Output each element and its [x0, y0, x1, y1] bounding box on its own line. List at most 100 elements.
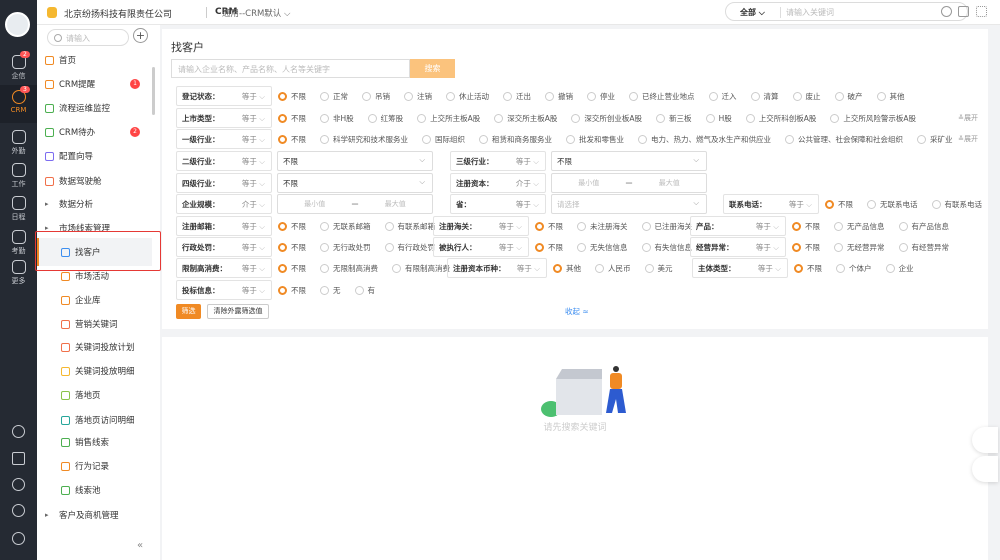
- sidebar-item[interactable]: 流程运维监控: [45, 100, 110, 116]
- radio-option[interactable]: 上交所风险警示板A股: [830, 113, 916, 124]
- radio-option[interactable]: 未注册海关: [577, 221, 628, 232]
- search-scope-select[interactable]: 全部 ⌵: [740, 7, 765, 18]
- radio-option[interactable]: 不限: [278, 221, 306, 232]
- radio-option[interactable]: 不限: [278, 285, 306, 296]
- operator-select[interactable]: 等于: [242, 134, 265, 145]
- radio-option[interactable]: 红筹股: [367, 113, 403, 124]
- radio-option[interactable]: 有行政处罚: [384, 242, 435, 253]
- filter-select[interactable]: 不限: [277, 151, 433, 171]
- help-icon[interactable]: [12, 425, 25, 438]
- operator-select[interactable]: 等于: [789, 199, 812, 210]
- radio-option[interactable]: 有限制高消费: [392, 263, 450, 274]
- radio-option[interactable]: 吊销: [362, 91, 390, 102]
- clock-icon[interactable]: [12, 478, 25, 491]
- rail-item-0[interactable]: 企信 2: [0, 50, 37, 88]
- sidebar-item[interactable]: 企业库: [61, 292, 101, 308]
- operator-select[interactable]: 等于: [516, 199, 539, 210]
- operator-select[interactable]: 等于: [242, 91, 265, 102]
- sidebar-item[interactable]: 数据驾驶舱: [45, 173, 102, 189]
- radio-option[interactable]: 国际组织: [422, 134, 465, 145]
- radio-option[interactable]: 新三板: [656, 113, 692, 124]
- operator-select[interactable]: 介于: [516, 178, 539, 189]
- max-input[interactable]: 最大值: [633, 178, 707, 188]
- radio-option[interactable]: 注销: [404, 91, 432, 102]
- radio-option[interactable]: 无产品信息: [834, 221, 885, 232]
- ai-assistant-icon[interactable]: [972, 456, 998, 482]
- search-button[interactable]: 搜索: [410, 59, 455, 78]
- radio-option[interactable]: 正常: [320, 91, 348, 102]
- radio-option[interactable]: 撤销: [545, 91, 573, 102]
- sidebar-search-input[interactable]: 请输入: [47, 29, 129, 46]
- radio-option[interactable]: 无: [320, 285, 341, 296]
- radio-option[interactable]: 无联系电话: [867, 199, 918, 210]
- radio-option[interactable]: 不限: [792, 221, 820, 232]
- sidebar-item[interactable]: CRM待办 2: [45, 124, 140, 140]
- radio-option[interactable]: 不限: [535, 242, 563, 253]
- global-search[interactable]: 全部 ⌵ 请输入关键词: [725, 2, 968, 21]
- sidebar-item[interactable]: 关键词投放计划: [61, 339, 135, 355]
- radio-option[interactable]: 不限: [535, 221, 563, 232]
- sidebar-item[interactable]: 首页: [45, 52, 76, 68]
- radio-option[interactable]: 租赁和商务服务业: [479, 134, 552, 145]
- check-circle-icon[interactable]: [941, 6, 952, 17]
- radio-option[interactable]: 其他: [876, 91, 905, 102]
- add-button[interactable]: +: [133, 28, 148, 43]
- rail-item-6[interactable]: 更多: [0, 255, 37, 293]
- radio-option[interactable]: 电力、热力、燃气及水生产和供应业: [638, 134, 771, 145]
- radio-option[interactable]: 无联系邮箱: [320, 221, 371, 232]
- operator-select[interactable]: 等于: [242, 113, 265, 124]
- sidebar-item[interactable]: 营销关键词: [61, 316, 118, 332]
- collapse-sidebar-button[interactable]: «: [137, 540, 143, 551]
- rail-item-1[interactable]: CRM 3: [0, 85, 37, 123]
- operator-select[interactable]: 等于: [242, 178, 265, 189]
- operator-select[interactable]: 介于: [242, 199, 265, 210]
- range-input[interactable]: 最小值 — 最大值: [551, 173, 707, 193]
- sidebar-item[interactable]: 落地页访问明细: [61, 412, 135, 428]
- keyword-search-input[interactable]: 请输入企业名称、产品名称、人名等关键字: [171, 59, 410, 78]
- book-icon[interactable]: [972, 427, 998, 453]
- radio-option[interactable]: 企业: [885, 263, 914, 274]
- radio-option[interactable]: 已终止营业地点: [629, 91, 695, 102]
- range-input[interactable]: 最小值 — 最大值: [277, 194, 433, 214]
- min-input[interactable]: 最小值: [552, 178, 626, 188]
- filter-select[interactable]: 请选择: [551, 194, 707, 214]
- radio-option[interactable]: 有经营异常: [898, 242, 949, 253]
- radio-option[interactable]: 有产品信息: [898, 221, 949, 232]
- radio-option[interactable]: H股: [705, 113, 732, 124]
- radio-option[interactable]: 其他: [553, 263, 581, 274]
- radio-option[interactable]: 不限: [792, 242, 820, 253]
- radio-option[interactable]: 有联系邮箱: [384, 221, 435, 232]
- radio-option[interactable]: 迁入: [708, 91, 737, 102]
- radio-option[interactable]: 停业: [587, 91, 615, 102]
- radio-option[interactable]: 已注册海关: [641, 221, 692, 232]
- radio-option[interactable]: 无行政处罚: [320, 242, 371, 253]
- radio-option[interactable]: 科学研究和技术服务业: [320, 134, 408, 145]
- sidebar-item[interactable]: 关键词投放明细: [61, 363, 135, 379]
- operator-select[interactable]: 等于: [242, 285, 265, 296]
- sidebar-item[interactable]: 销售线索: [61, 434, 109, 450]
- radio-option[interactable]: 有联系电话: [931, 199, 982, 210]
- sidebar-item[interactable]: ▸ 客户及商机管理: [45, 507, 119, 523]
- radio-option[interactable]: 清算: [750, 91, 779, 102]
- radio-option[interactable]: 无经营异常: [834, 242, 885, 253]
- sidebar-item[interactable]: 行为记录: [61, 458, 109, 474]
- avatar[interactable]: [5, 12, 30, 37]
- expand-link[interactable]: ≚展开: [958, 134, 978, 144]
- radio-option[interactable]: 采矿业: [917, 134, 953, 145]
- radio-option[interactable]: 人民币: [595, 263, 631, 274]
- expand-link[interactable]: ≚展开: [958, 113, 978, 123]
- operator-select[interactable]: 等于: [516, 156, 539, 167]
- operator-select[interactable]: 等于: [242, 221, 265, 232]
- radio-option[interactable]: 迁出: [503, 91, 531, 102]
- sidebar-item[interactable]: ▸ 数据分析: [45, 196, 93, 212]
- radio-option[interactable]: 不限: [278, 113, 306, 124]
- radio-option[interactable]: 批发和零售业: [566, 134, 624, 145]
- rail-item-4[interactable]: 日程: [0, 191, 37, 229]
- sidebar-item[interactable]: 落地页: [61, 387, 101, 403]
- operator-select[interactable]: 等于: [499, 242, 522, 253]
- radio-option[interactable]: 无限制高消费: [320, 263, 378, 274]
- radio-option[interactable]: 非H股: [320, 113, 354, 124]
- filter-button[interactable]: 筛选: [176, 304, 201, 319]
- radio-option[interactable]: 不限: [278, 134, 306, 145]
- operator-select[interactable]: 等于: [517, 263, 540, 274]
